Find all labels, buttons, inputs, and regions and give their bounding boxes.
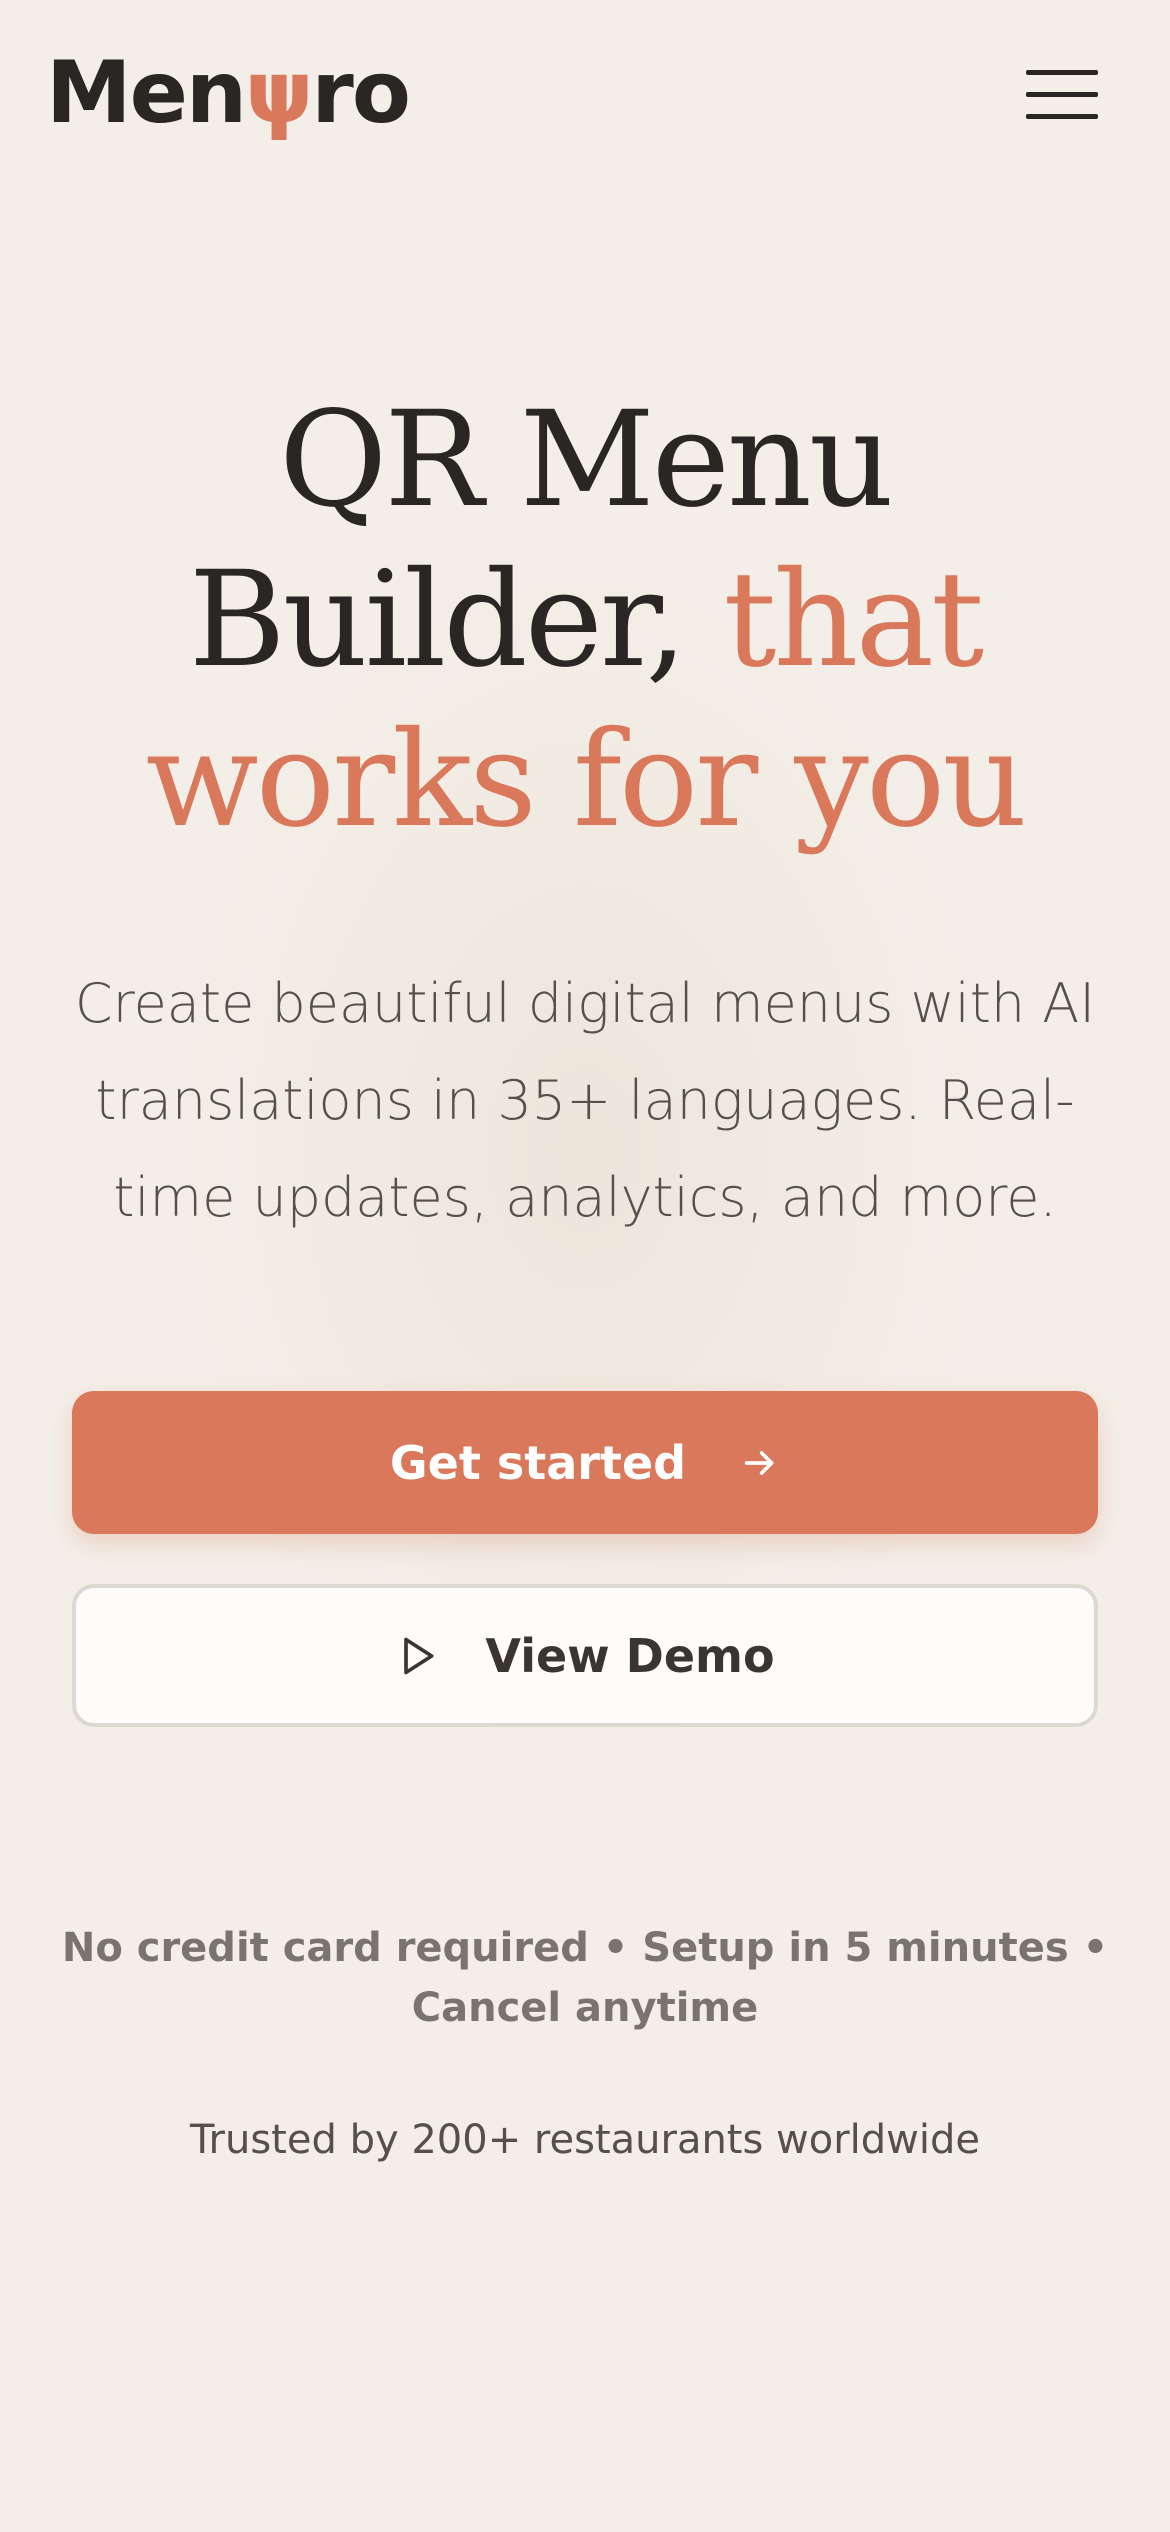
hero-subtitle: Create beautiful digital menus with AI t…: [74, 972, 1096, 1229]
menu-bar-bottom: [1026, 114, 1098, 119]
signup-benefits-note: No credit card required • Setup in 5 min…: [61, 1925, 1109, 2031]
arrow-right-icon: [744, 1450, 774, 1475]
hero-title-accent-that: that: [723, 543, 984, 697]
logo-fork-glyph: ψ: [245, 43, 313, 143]
hero-title-accent-line3: works for you: [145, 703, 1028, 857]
view-demo-button[interactable]: View Demo: [72, 1584, 1098, 1727]
hamburger-menu-icon[interactable]: [1020, 62, 1100, 128]
hero-title-line1: QR Menu: [279, 383, 894, 537]
brand-logo[interactable]: Menψro: [46, 38, 411, 148]
hero-title: QR Menu Builder, that works for you: [60, 380, 1110, 860]
trusted-by-text: Trusted by 200+ restaurants worldwide: [189, 2117, 981, 2163]
play-icon: [404, 1637, 434, 1674]
view-demo-label: View Demo: [485, 1628, 775, 1683]
get-started-label: Get started: [389, 1435, 687, 1490]
get-started-button[interactable]: Get started: [72, 1391, 1098, 1534]
menu-bar-top: [1026, 70, 1098, 75]
hero-title-line2: Builder,: [188, 543, 724, 697]
logo-text-start: Men: [46, 43, 247, 143]
site-header: Menψro: [0, 0, 1170, 200]
logo-text-end: ro: [311, 43, 410, 143]
menu-bar-middle: [1026, 92, 1098, 97]
